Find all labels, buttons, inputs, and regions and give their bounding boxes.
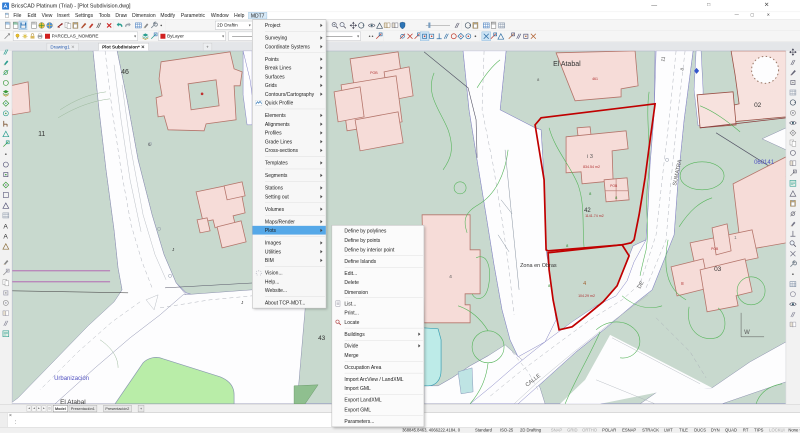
svg-text:POB: POB — [370, 71, 378, 75]
svg-text:1141.74 m2: 1141.74 m2 — [585, 214, 604, 218]
svg-text:El Atabal: El Atabal — [553, 61, 581, 68]
svg-text:J: J — [241, 300, 243, 305]
svg-text:11: 11 — [38, 131, 45, 138]
svg-text:Zona en Obras: Zona en Obras — [520, 263, 557, 269]
svg-text:461: 461 — [592, 77, 598, 81]
svg-text:Urbanización: Urbanización — [54, 376, 89, 382]
svg-text:W: W — [744, 330, 750, 336]
svg-text:02: 02 — [754, 102, 762, 109]
svg-text:060141: 060141 — [754, 160, 775, 166]
svg-text:POB: POB — [610, 184, 618, 188]
svg-text:POB: POB — [711, 247, 719, 251]
svg-text:4: 4 — [583, 281, 586, 287]
svg-text:A: A — [3, 233, 8, 240]
svg-text:J: J — [172, 247, 174, 252]
svg-text:03: 03 — [714, 266, 722, 273]
svg-text:104.29 m2: 104.29 m2 — [578, 294, 595, 298]
svg-text:A: A — [3, 223, 8, 230]
svg-text:4: 4 — [449, 274, 452, 280]
svg-text:i 3: i 3 — [587, 154, 593, 160]
svg-text:46: 46 — [121, 69, 129, 76]
svg-text:43: 43 — [318, 335, 326, 342]
svg-text:834.54 m2: 834.54 m2 — [583, 165, 600, 169]
